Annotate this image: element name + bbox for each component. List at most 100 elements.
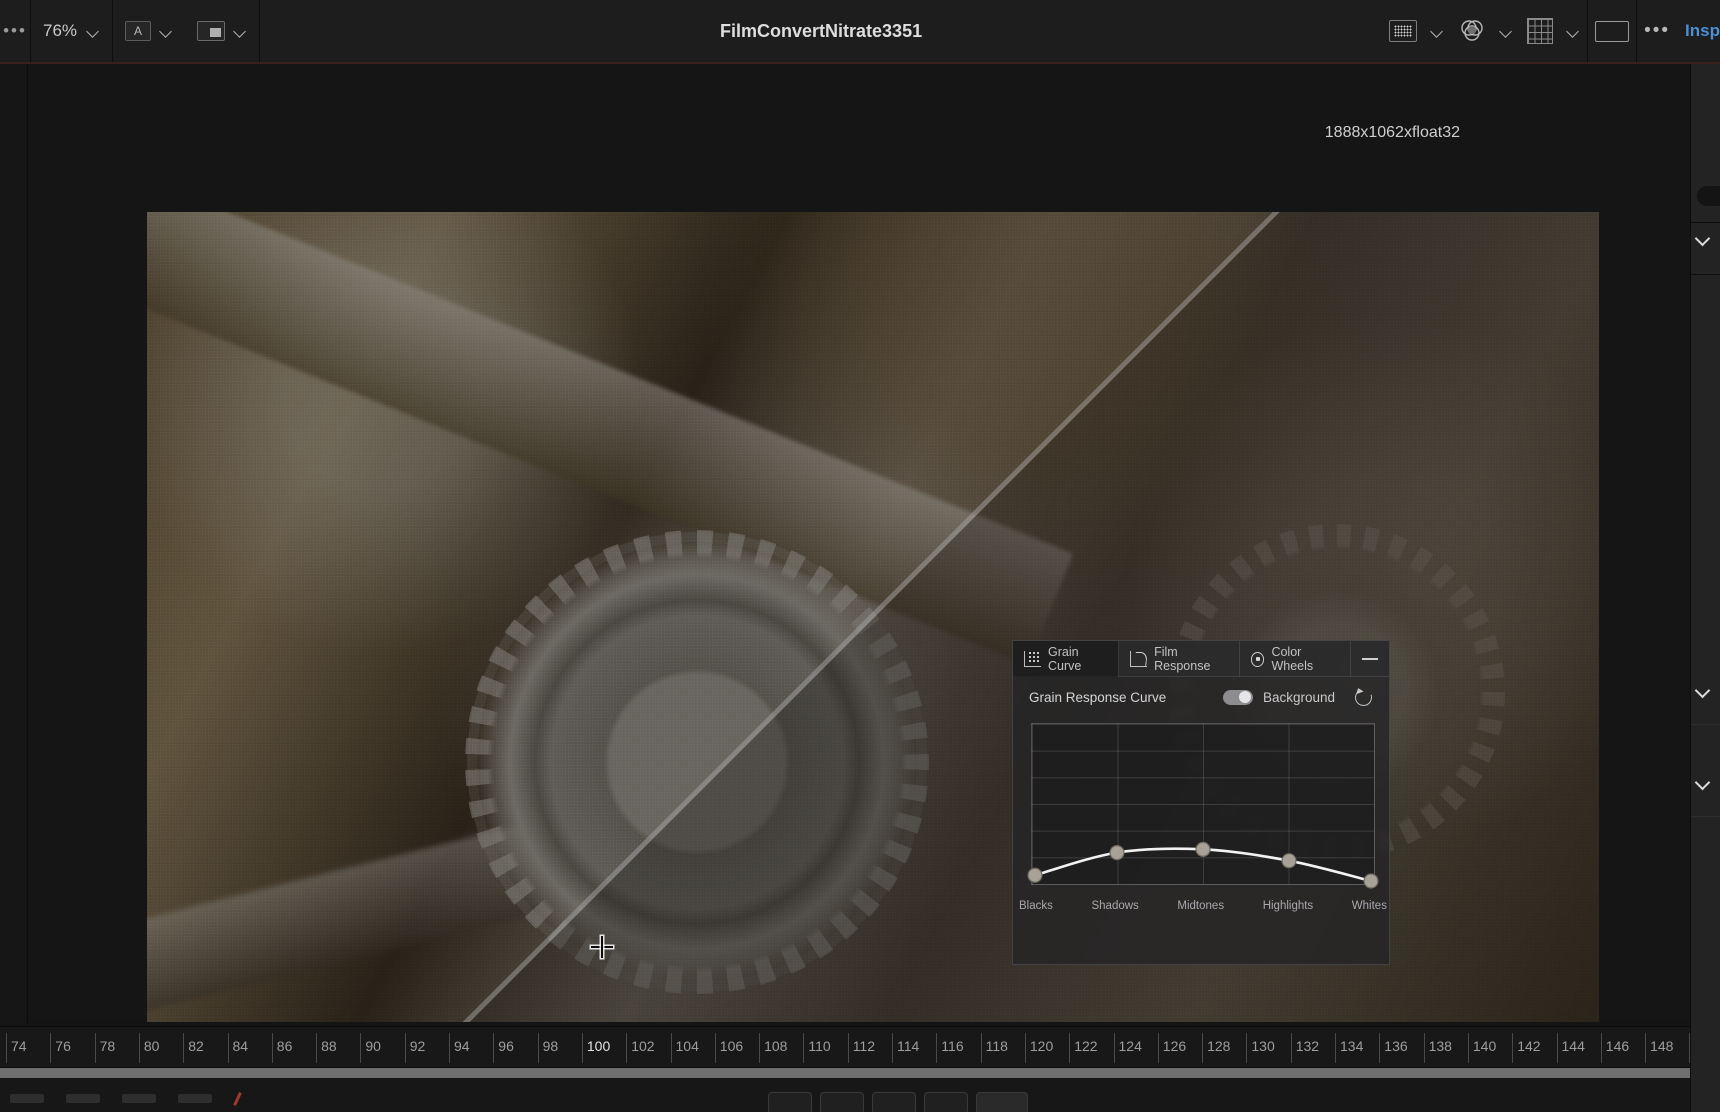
ruler-tick-label: 102	[631, 1038, 655, 1054]
ruler-tick-label: 84	[232, 1038, 249, 1054]
bottom-chip[interactable]	[66, 1093, 100, 1103]
curve-point-whites[interactable]	[1363, 873, 1379, 889]
panel-header: Grain Response Curve Background	[1013, 677, 1389, 717]
ruler-tick-label: 128	[1207, 1038, 1231, 1054]
transport-button[interactable]	[768, 1092, 812, 1112]
layout-mode-control[interactable]	[185, 0, 259, 62]
chevron-down-icon[interactable]	[1567, 25, 1580, 38]
ruler-tick-label: 110	[808, 1038, 831, 1054]
tab-color-wheels[interactable]: Color Wheels	[1240, 641, 1351, 677]
onscreen-controls-icon	[1389, 20, 1418, 42]
ruler-tick-label: 132	[1295, 1038, 1320, 1054]
ruler-tick-label: 90	[365, 1038, 381, 1054]
ruler-tick-label: 88	[321, 1038, 337, 1054]
axis-label-whites: Whites	[1351, 900, 1387, 912]
ruler-tick-label: 142	[1517, 1038, 1541, 1054]
tab-film-response[interactable]: Film Response	[1119, 641, 1240, 677]
ruler-tick-label: 96	[498, 1038, 514, 1054]
chevron-down-icon[interactable]	[1500, 25, 1513, 38]
left-rail	[0, 64, 28, 1024]
tab-film-response-label: Film Response	[1154, 645, 1211, 673]
panel-collapse-button[interactable]	[1351, 641, 1389, 677]
ruler-tick-label: 118	[985, 1038, 1008, 1054]
ruler-tick-label: 136	[1384, 1038, 1408, 1054]
axis-label-midtones: Midtones	[1177, 900, 1225, 912]
record-marker-icon	[234, 1092, 248, 1104]
ruler-tick-label: 124	[1118, 1038, 1142, 1054]
color-wheels-button[interactable]	[1451, 0, 1493, 62]
ruler-tick-label: 78	[99, 1038, 116, 1054]
viewer-toolbar: ••• 76% A FilmConvertNitrate3351 ••• Ins…	[0, 0, 1720, 62]
color-wheels-dropdown[interactable]	[1493, 0, 1520, 62]
inspector-section-chevron-icon[interactable]	[1697, 684, 1711, 698]
filmconvert-floating-panel[interactable]: Grain Curve Film Response Color Wheels G…	[1012, 640, 1390, 965]
chevron-down-icon[interactable]	[87, 25, 100, 38]
ruler-tick-label: 146	[1605, 1038, 1630, 1054]
onscreen-controls-button[interactable]	[1382, 0, 1424, 62]
curve-plot[interactable]	[1027, 723, 1379, 889]
ruler-tick-label: 76	[55, 1038, 71, 1054]
toolbar-overflow-left-button[interactable]: •••	[0, 0, 30, 62]
transport-button[interactable]	[924, 1092, 968, 1112]
zoom-control[interactable]: 76%	[31, 0, 112, 62]
inspector-tab-label[interactable]: Insp	[1677, 21, 1720, 41]
curve-point-highlights[interactable]	[1281, 853, 1297, 869]
axis-label-blacks: Blacks	[1019, 900, 1053, 912]
bottom-toolbar	[0, 1078, 1720, 1112]
color-wheel-icon	[1461, 20, 1483, 41]
inspector-divider	[1691, 816, 1720, 817]
chevron-down-icon[interactable]	[1431, 25, 1444, 38]
panel-tab-bar: Grain Curve Film Response Color Wheels	[1013, 641, 1389, 677]
inspector-section-chevron-icon[interactable]	[1697, 232, 1711, 246]
inspector-section-chevron-icon[interactable]	[1697, 776, 1711, 790]
bottom-chip[interactable]	[122, 1093, 156, 1103]
grain-curve-icon	[1024, 651, 1041, 667]
bottom-chip[interactable]	[10, 1093, 44, 1103]
curve-point-shadows[interactable]	[1109, 845, 1125, 861]
curve-point-blacks[interactable]	[1027, 867, 1043, 883]
grid-overlay-dropdown[interactable]	[1560, 0, 1587, 62]
inspector-divider	[1691, 724, 1720, 725]
inspector-panel[interactable]	[1690, 64, 1720, 1112]
grid-icon	[1527, 18, 1554, 44]
timeline-ruler[interactable]: 74 76 78 80 82 84 86 88 90 92 94 96 98 100 102 104 106 10…	[0, 1026, 1720, 1068]
ruler-tick-label: 130	[1251, 1038, 1275, 1054]
fit-mode-control[interactable]: A	[113, 0, 185, 62]
curve-point-midtones[interactable]	[1195, 841, 1211, 857]
transport-button[interactable]	[976, 1092, 1028, 1112]
transport-button[interactable]	[872, 1092, 916, 1112]
fullscreen-button[interactable]	[1588, 0, 1636, 62]
tab-grain-curve[interactable]: Grain Curve	[1013, 641, 1120, 677]
viewer-canvas[interactable]	[29, 64, 1689, 1022]
ruler-tick-label: 98	[542, 1038, 559, 1054]
chevron-down-icon[interactable]	[234, 25, 247, 38]
ruler-tick-label: 116	[941, 1038, 964, 1054]
viewer-layout-icon[interactable]	[197, 21, 226, 41]
fit-button[interactable]: A	[125, 21, 152, 41]
transport-button[interactable]	[820, 1092, 864, 1112]
bottom-chip[interactable]	[178, 1093, 212, 1103]
inspector-pill[interactable]	[1697, 186, 1720, 206]
ruler-tick-label: 106	[719, 1038, 744, 1054]
ruler-tick-label: 126	[1162, 1038, 1187, 1054]
onscreen-controls-dropdown[interactable]	[1424, 0, 1451, 62]
app-window: ••• 76% A FilmConvertNitrate3351 ••• Ins…	[0, 0, 1720, 1112]
grid-overlay-button[interactable]	[1520, 0, 1560, 62]
chevron-down-icon[interactable]	[160, 25, 173, 38]
timeline-scrollbar[interactable]	[0, 1068, 1720, 1078]
reset-icon[interactable]	[1353, 687, 1373, 707]
ruler-tick-label: 108	[764, 1038, 788, 1054]
ruler-tick-label: 122	[1074, 1038, 1098, 1054]
axis-label-shadows: Shadows	[1091, 900, 1139, 912]
background-toggle[interactable]	[1222, 689, 1253, 705]
grain-response-curve-graph[interactable]: Blacks Shadows Midtones Highlights White…	[1019, 723, 1387, 919]
toolbar-right-group: ••• Insp	[1382, 0, 1720, 62]
ruler-tick-label: 86	[276, 1038, 293, 1054]
ruler-tick-label: 94	[454, 1038, 470, 1054]
resolution-label: 1888x1062xfloat32	[1324, 124, 1460, 141]
tab-color-wheels-label: Color Wheels	[1271, 645, 1314, 673]
ruler-tick-label: 114	[897, 1038, 920, 1054]
ruler-tick-label: 82	[188, 1038, 204, 1054]
axis-label-highlights: Highlights	[1262, 900, 1314, 912]
toolbar-overflow-right-button[interactable]: •••	[1637, 0, 1677, 62]
